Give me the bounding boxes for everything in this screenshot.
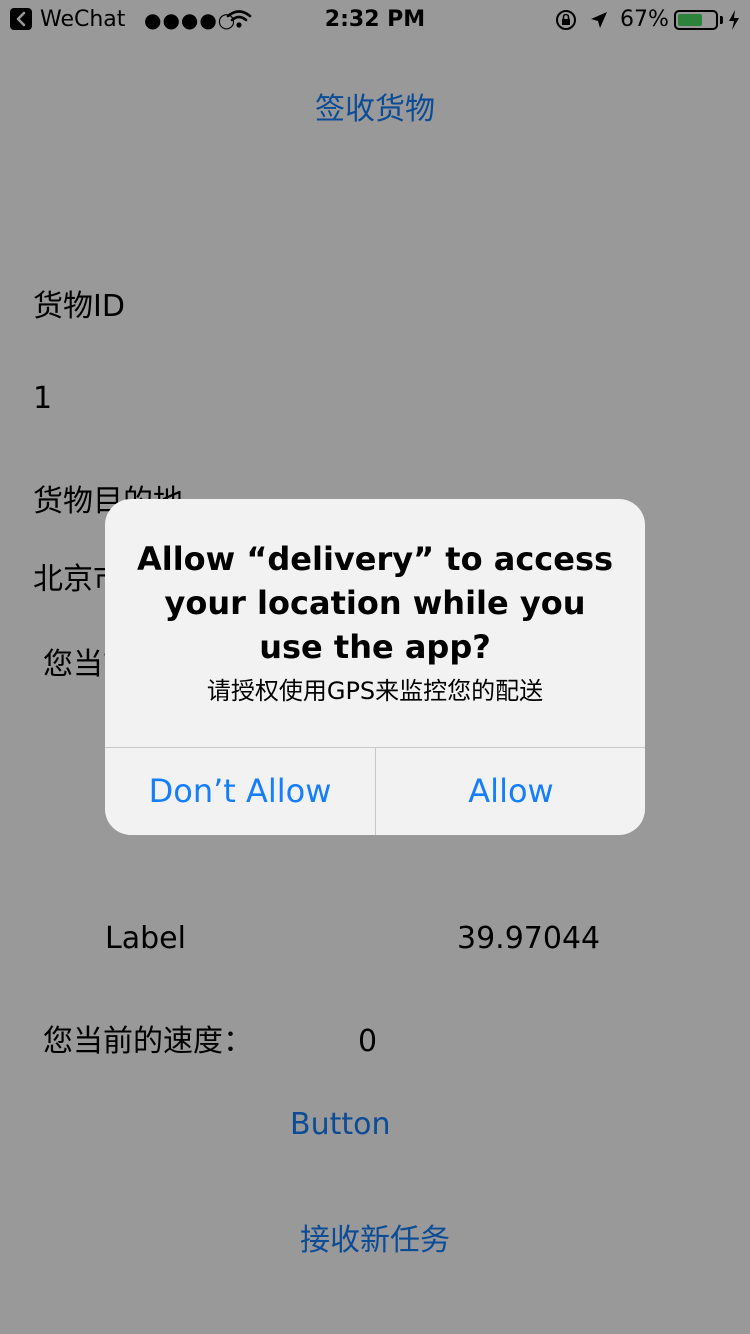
- location-permission-alert: Allow “delivery” to access your location…: [105, 499, 645, 835]
- dont-allow-button[interactable]: Don’t Allow: [105, 748, 375, 835]
- allow-button[interactable]: Allow: [376, 748, 645, 835]
- alert-message: 请授权使用GPS来监控您的配送: [206, 677, 544, 705]
- alert-title: Allow “delivery” to access your location…: [136, 540, 614, 666]
